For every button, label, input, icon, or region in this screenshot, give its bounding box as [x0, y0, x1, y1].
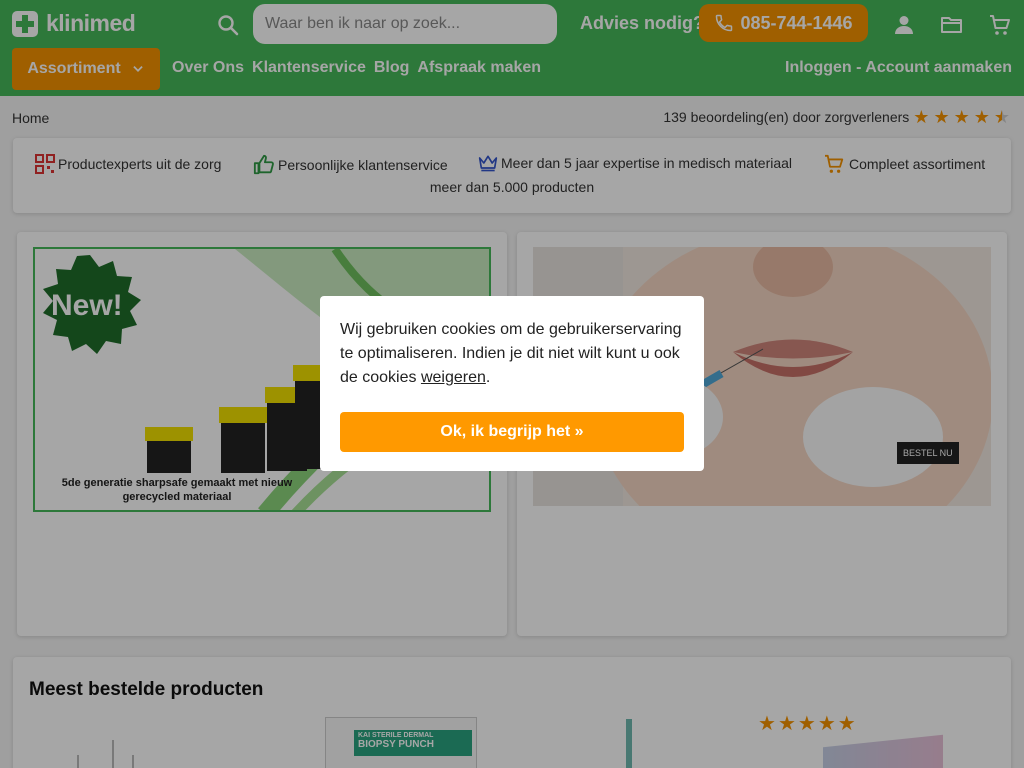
cookie-modal: Wij gebruiken cookies om de gebruikerser… — [320, 296, 704, 471]
cookie-refuse-link[interactable]: weigeren — [421, 369, 486, 386]
cookie-accept-button[interactable]: Ok, ik begrijp het » — [340, 412, 684, 452]
cookie-text: Wij gebruiken cookies om de gebruikerser… — [340, 318, 684, 390]
cookie-text-start: Wij gebruiken cookies om de gebruikerser… — [340, 321, 682, 386]
cookie-text-end: . — [485, 369, 491, 386]
